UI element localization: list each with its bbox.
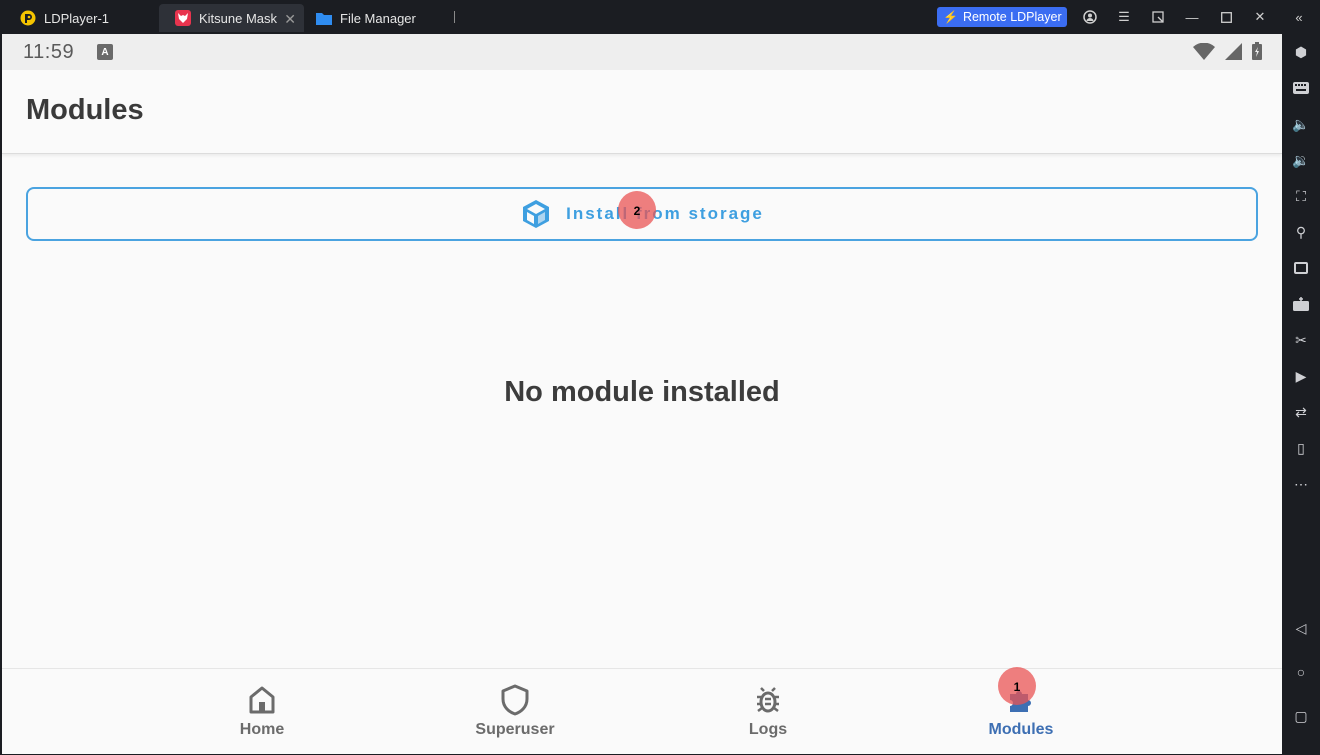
tab-label: LDPlayer-1 bbox=[44, 10, 110, 26]
keyboard-icon[interactable] bbox=[1291, 78, 1311, 98]
tab-label: Kitsune Mask bbox=[199, 10, 278, 26]
nav-label: Modules bbox=[988, 721, 1054, 738]
kitsune-mask-icon bbox=[175, 10, 191, 26]
folder-icon bbox=[316, 13, 332, 25]
tab-divider bbox=[454, 11, 455, 23]
home-icon bbox=[247, 683, 277, 717]
window-titlebar: LDPlayer-1 Kitsune Mask ✕ File Manager ⚡… bbox=[0, 0, 1320, 34]
popout-icon[interactable] bbox=[1149, 8, 1167, 26]
bottom-navigation: Home Superuser Logs Modules bbox=[2, 668, 1282, 754]
shake-icon[interactable]: ▯ bbox=[1291, 438, 1311, 458]
bug-icon bbox=[753, 683, 783, 717]
install-label: Install from storage bbox=[566, 204, 764, 223]
signal-icon bbox=[1225, 42, 1242, 60]
remote-label: Remote LDPlayer bbox=[962, 10, 1062, 24]
minimize-icon[interactable]: — bbox=[1183, 8, 1201, 26]
scissors-icon[interactable]: ✂ bbox=[1291, 330, 1311, 350]
status-time: 11:59 bbox=[23, 41, 75, 63]
virtual-location-icon[interactable]: ⚲ bbox=[1291, 222, 1311, 242]
apk-install-icon[interactable] bbox=[1291, 294, 1311, 314]
close-tab-icon[interactable]: ✕ bbox=[284, 11, 296, 28]
add-window-icon[interactable] bbox=[1291, 258, 1311, 278]
nav-item-superuser[interactable]: Superuser bbox=[415, 669, 615, 755]
shield-icon bbox=[500, 683, 530, 717]
volume-up-icon[interactable]: 🔈 bbox=[1291, 114, 1311, 134]
record-video-icon[interactable]: ▶ bbox=[1291, 366, 1311, 386]
nav-label: Superuser bbox=[475, 721, 555, 738]
tab-ldplayer[interactable]: LDPlayer-1 bbox=[4, 4, 154, 32]
nav-item-logs[interactable]: Logs bbox=[668, 669, 868, 755]
recents-icon[interactable]: ▢ bbox=[1291, 706, 1311, 726]
tab-label: File Manager bbox=[340, 10, 416, 26]
nav-label: Home bbox=[239, 721, 285, 738]
home-circle-icon[interactable]: ○ bbox=[1291, 662, 1311, 682]
lightning-icon: ⚡ bbox=[943, 10, 958, 24]
emulator-toolbar: ⬢ 🔈 🔉 ⛶ ⚲ ✂ ▶ ⇄ ▯ ⋯ ◁ ○ ▢ bbox=[1282, 34, 1320, 755]
collapse-sidebar-icon[interactable]: « bbox=[1290, 8, 1308, 26]
volume-down-icon[interactable]: 🔉 bbox=[1291, 150, 1311, 170]
account-icon[interactable] bbox=[1081, 8, 1099, 26]
notification-a-icon: A bbox=[97, 44, 113, 60]
remote-ldplayer-button[interactable]: ⚡ Remote LDPlayer bbox=[937, 7, 1067, 27]
annotation-marker: 1 bbox=[998, 667, 1036, 705]
annotation-marker: 2 bbox=[618, 191, 656, 229]
app-bar: Modules bbox=[2, 70, 1282, 154]
menu-icon[interactable]: ☰ bbox=[1115, 8, 1133, 26]
nav-item-home[interactable]: Home bbox=[162, 669, 362, 755]
more-icon[interactable]: ⋯ bbox=[1291, 474, 1311, 494]
battery-icon bbox=[1252, 42, 1262, 60]
settings-icon[interactable]: ⬢ bbox=[1291, 42, 1311, 62]
tab-kitsune-mask[interactable]: Kitsune Mask ✕ bbox=[159, 4, 304, 32]
maximize-icon[interactable] bbox=[1217, 8, 1235, 26]
ldplayer-logo-icon bbox=[20, 10, 36, 26]
package-icon bbox=[523, 200, 550, 228]
status-bar: 11:59 A bbox=[2, 34, 1282, 70]
empty-state-message: No module installed bbox=[504, 376, 780, 408]
page-title: Modules bbox=[26, 94, 144, 126]
tab-file-manager[interactable]: File Manager bbox=[300, 4, 450, 32]
back-icon[interactable]: ◁ bbox=[1291, 618, 1311, 638]
sync-icon[interactable]: ⇄ bbox=[1291, 402, 1311, 422]
close-window-icon[interactable]: ✕ bbox=[1251, 8, 1269, 26]
nav-label: Logs bbox=[748, 721, 788, 738]
android-screen: 11:59 A Modules Install from storage No … bbox=[2, 34, 1282, 754]
screenshot-icon[interactable]: ⛶ bbox=[1291, 186, 1311, 206]
wifi-icon bbox=[1193, 42, 1215, 60]
